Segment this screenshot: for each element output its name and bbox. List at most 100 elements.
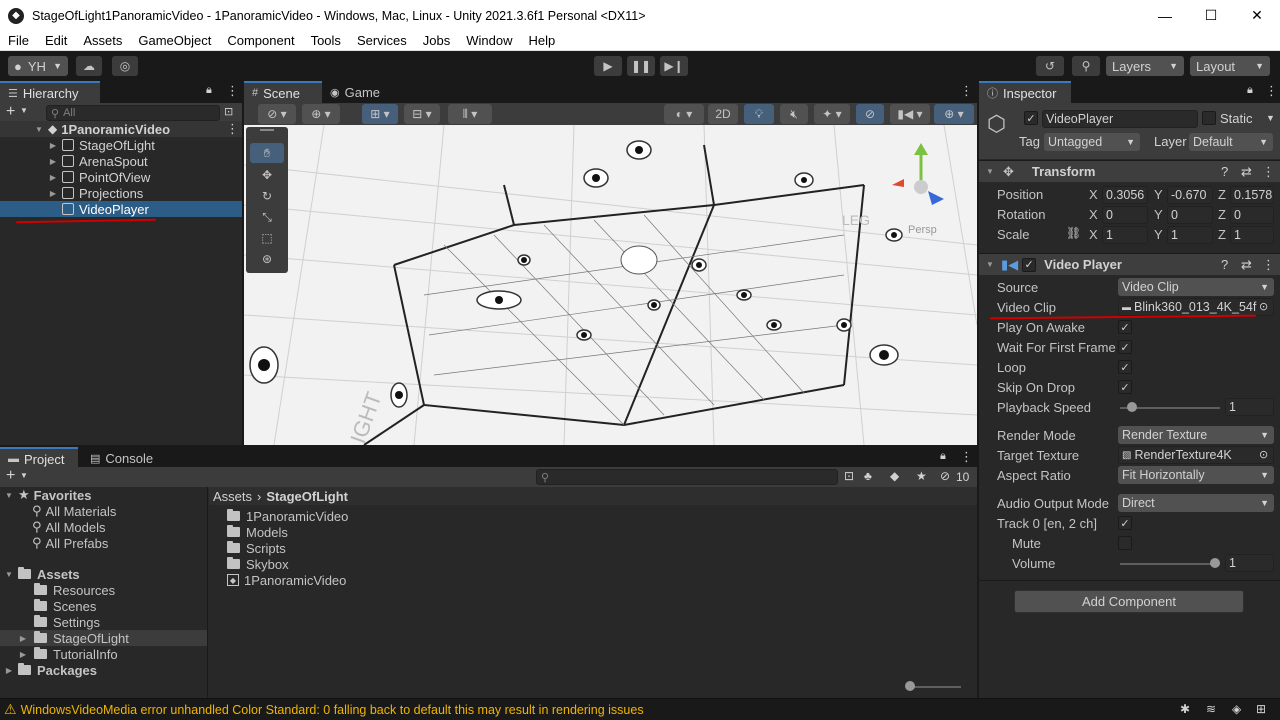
lock-icon[interactable]: 🔒︎ [940,450,946,463]
move-tool-icon[interactable]: ✥ [250,165,284,185]
more-options-icon[interactable]: ⋮ [226,121,239,137]
source-dropdown[interactable]: Video Clip ▼ [1118,278,1274,296]
expand-arrow-icon[interactable]: ▶ [48,189,58,198]
tag-dropdown[interactable]: Untagged ▼ [1044,133,1140,151]
lock-icon[interactable]: 🔒︎ [206,84,212,97]
active-checkbox[interactable]: ✓ [1024,111,1038,125]
status-message[interactable]: WindowsVideoMedia error unhandled Color … [21,703,644,717]
more-options-icon[interactable]: ⋮ [1262,257,1275,273]
position-x-input[interactable]: 0.3056 [1102,186,1148,204]
scene-search-icon[interactable]: ⊡ [224,105,233,118]
position-y-input[interactable]: -0.670 [1167,186,1213,204]
list-item[interactable]: ◆ 1PanoramicVideo [227,572,346,588]
expand-arrow-icon[interactable]: ▼ [34,125,44,134]
more-options-icon[interactable]: ⋮ [1262,164,1275,180]
search-by-type-icon[interactable]: ⊡ [844,469,854,483]
expand-arrow-icon[interactable]: ▶ [48,173,58,182]
chevron-down-icon[interactable]: ▼ [20,471,28,480]
skip-on-drop-checkbox[interactable]: ✓ [1118,380,1132,394]
favorite-item[interactable]: ⚲ All Prefabs [32,535,108,551]
rotation-x-input[interactable]: 0 [1102,206,1148,224]
pause-button[interactable]: ❚❚ [627,56,655,76]
expand-arrow-icon[interactable]: ▼ [985,167,995,176]
hierarchy-search-input[interactable]: ⚲ All [46,105,220,121]
more-options-icon[interactable]: ⋮ [960,449,973,465]
list-item[interactable]: Skybox [227,556,289,572]
scale-x-input[interactable]: 1 [1102,226,1148,244]
video-clip-field[interactable]: ▬ Blink360_013_4K_54f [1118,298,1274,316]
breadcrumb-stageoflight[interactable]: StageOfLight [266,489,348,504]
progress-icon[interactable]: ≋ [1206,702,1216,716]
chevron-down-icon[interactable]: ▼ [1266,113,1275,123]
lock-icon[interactable]: 🔒︎ [1247,84,1253,97]
playback-speed-slider-handle[interactable] [1127,402,1137,412]
object-picker-icon[interactable]: ⊙ [1259,300,1269,313]
more-options-icon[interactable]: ⋮ [226,83,239,99]
camera-dropdown[interactable]: ▮◀ ▾ [890,104,930,124]
rotation-y-input[interactable]: 0 [1167,206,1213,224]
track-checkbox[interactable]: ✓ [1118,516,1132,530]
folder-item[interactable]: ▶ TutorialInfo [0,646,118,662]
tab-project[interactable]: ▬ Project [0,447,78,469]
scene-viewport[interactable]: LEG IGHT Persp ✋︎ ✥ ↻ ⤡ ⬚ ⊛ [244,125,977,445]
shading-mode-dropdown[interactable]: ◐ ▾ [664,104,704,124]
maximize-button[interactable]: ☐ [1188,0,1234,31]
play-on-awake-checkbox[interactable]: ✓ [1118,320,1132,334]
expand-arrow-icon[interactable]: ▶ [4,666,14,675]
rotation-z-input[interactable]: 0 [1230,206,1274,224]
position-z-input[interactable]: 0.1578 [1230,186,1274,204]
menu-help[interactable]: Help [521,33,564,48]
preset-icon[interactable]: ⇄ [1241,257,1252,273]
history-icon[interactable]: ↺ [1036,56,1064,76]
transform-tool-icon[interactable]: ⊛ [250,249,284,269]
tab-scene[interactable]: # Scene [244,81,322,103]
object-picker-icon[interactable]: ⊙ [1259,448,1268,461]
snap-settings-dropdown[interactable]: ⦀ ▾ [448,104,492,124]
increment-snap-toggle[interactable]: ⊟ ▾ [404,104,440,124]
wait-first-frame-checkbox[interactable]: ✓ [1118,340,1132,354]
hierarchy-item-videoplayer[interactable]: VideoPlayer [0,201,242,217]
favorites-row[interactable]: ▼ ★ Favorites [4,487,91,503]
hidden-objects-icon[interactable]: ⊘ [856,104,884,124]
rotate-tool-icon[interactable]: ↻ [250,186,284,206]
folder-item[interactable]: Settings [34,614,100,630]
list-item[interactable]: Models [227,524,288,540]
folder-item[interactable]: Scenes [34,598,96,614]
chevron-down-icon[interactable]: ▼ [20,106,28,115]
lighting-toggle-icon[interactable]: 💡︎ [744,104,774,124]
help-icon[interactable]: ? [1221,164,1228,179]
volume-input[interactable]: 1 [1225,554,1274,572]
effects-dropdown[interactable]: ✦ ▾ [814,104,850,124]
tab-inspector[interactable]: ⓘ Inspector [979,81,1071,103]
target-texture-field[interactable]: ▧ RenderTexture4K [1118,446,1274,464]
draw-mode-dropdown[interactable]: ⊘ ▾ [258,104,296,124]
volume-slider-handle[interactable] [1210,558,1220,568]
scale-tool-icon[interactable]: ⤡ [250,207,284,227]
hierarchy-item-arenaspout[interactable]: ▶ ArenaSpout [0,153,242,169]
preset-icon[interactable]: ⇄ [1241,164,1252,180]
audio-toggle-icon[interactable]: 🔇︎ [780,104,808,124]
project-search-input[interactable]: ⚲ [536,469,838,485]
collab-icon[interactable]: ◎ [112,56,138,76]
link-icon[interactable]: ⛓ [1066,226,1081,240]
transform-header[interactable]: ▼ ✥ Transform ? ⇄ ⋮ [979,160,1280,182]
hand-tool-icon[interactable]: ✋︎ [250,143,284,163]
rect-tool-icon[interactable]: ⬚ [250,228,284,248]
list-item[interactable]: 1PanoramicVideo [227,508,348,524]
object-name-input[interactable]: VideoPlayer [1042,110,1198,128]
scale-z-input[interactable]: 1 [1230,226,1274,244]
layout-dropdown[interactable]: Layout ▼ [1190,56,1270,76]
favorite-item[interactable]: ⚲ All Models [32,519,106,535]
scale-y-input[interactable]: 1 [1167,226,1213,244]
close-button[interactable]: ✕ [1234,0,1280,31]
account-dropdown[interactable]: ● YH ▼ [8,56,68,76]
assets-row[interactable]: ▼ Assets [4,566,80,582]
favorite-item[interactable]: ⚲ All Materials [32,503,116,519]
more-options-icon[interactable]: ⋮ [1265,83,1278,99]
menu-window[interactable]: Window [458,33,520,48]
more-options-icon[interactable]: ⋮ [960,83,973,99]
tab-hierarchy[interactable]: ☰ Hierarchy [0,81,100,103]
breadcrumb-assets[interactable]: Assets [213,489,252,504]
add-icon[interactable]: + [6,467,15,485]
list-item[interactable]: Scripts [227,540,286,556]
